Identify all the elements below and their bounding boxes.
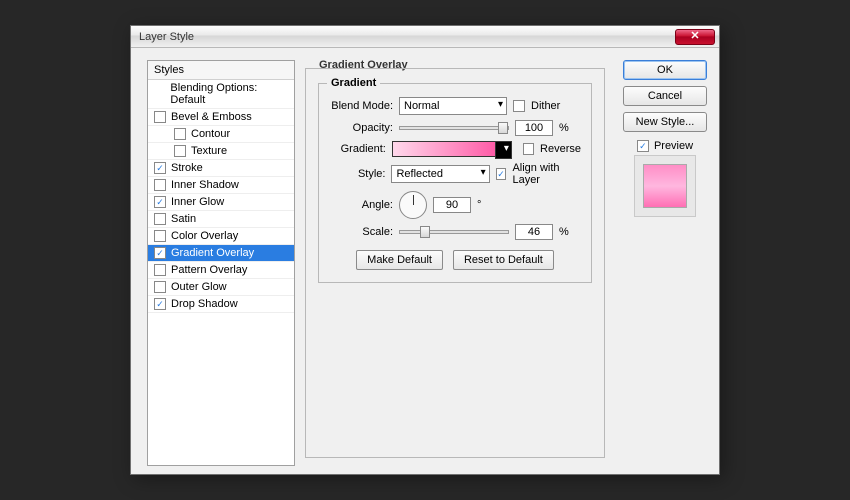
angle-label: Angle:	[329, 199, 393, 211]
checkbox-icon[interactable]	[154, 213, 166, 225]
scale-input[interactable]: 46	[515, 224, 553, 240]
make-default-label: Make Default	[367, 254, 432, 266]
reset-default-label: Reset to Default	[464, 254, 543, 266]
opacity-label: Opacity:	[329, 122, 393, 134]
properties-panel: Gradient Overlay Gradient Blend Mode: No…	[305, 60, 613, 466]
new-style-label: New Style...	[636, 116, 695, 128]
sidebar-item-label: Pattern Overlay	[171, 264, 247, 276]
preview-swatch	[643, 164, 687, 208]
sidebar-item-label: Blending Options: Default	[170, 82, 288, 106]
gradient-picker[interactable]	[392, 141, 497, 157]
styles-sidebar: Styles Blending Options: Default Bevel &…	[147, 60, 295, 466]
ok-label: OK	[657, 64, 673, 76]
sidebar-item-label: Inner Shadow	[171, 179, 239, 191]
cancel-label: Cancel	[648, 90, 682, 102]
percent-label: %	[559, 122, 575, 134]
action-column: OK Cancel New Style... ✓ Preview	[623, 60, 707, 466]
close-button[interactable]: ✕	[675, 29, 715, 45]
style-value: Reflected	[396, 168, 442, 180]
sidebar-item-texture[interactable]: Texture	[148, 143, 294, 160]
angle-dial[interactable]	[399, 191, 427, 219]
sidebar-item-label: Outer Glow	[171, 281, 227, 293]
close-icon: ✕	[690, 31, 699, 42]
dither-checkbox[interactable]	[513, 100, 525, 112]
percent-label: %	[559, 226, 575, 238]
sidebar-item-label: Drop Shadow	[171, 298, 238, 310]
window-title: Layer Style	[139, 31, 675, 43]
sidebar-item-pattern-overlay[interactable]: Pattern Overlay	[148, 262, 294, 279]
reverse-checkbox[interactable]	[523, 143, 534, 155]
checkbox-icon[interactable]	[154, 281, 166, 293]
checkbox-icon[interactable]: ✓	[154, 162, 166, 174]
sidebar-header[interactable]: Styles	[148, 61, 294, 80]
sidebar-item-label: Bevel & Emboss	[171, 111, 252, 123]
sidebar-item-satin[interactable]: Satin	[148, 211, 294, 228]
new-style-button[interactable]: New Style...	[623, 112, 707, 132]
checkbox-icon[interactable]	[154, 264, 166, 276]
scale-slider[interactable]	[399, 230, 509, 234]
sidebar-item-label: Texture	[191, 145, 227, 157]
preview-label: Preview	[654, 140, 693, 152]
checkbox-icon[interactable]: ✓	[154, 298, 166, 310]
angle-input[interactable]: 90	[433, 197, 471, 213]
style-label: Style:	[329, 168, 385, 180]
sidebar-item-label: Satin	[171, 213, 196, 225]
sidebar-item-label: Stroke	[171, 162, 203, 174]
checkbox-icon[interactable]: ✓	[154, 196, 166, 208]
align-checkbox[interactable]: ✓	[496, 168, 507, 180]
group-title: Gradient	[327, 77, 380, 89]
scale-label: Scale:	[329, 226, 393, 238]
blend-mode-value: Normal	[404, 100, 439, 112]
gradient-label: Gradient:	[329, 143, 386, 155]
make-default-button[interactable]: Make Default	[356, 250, 443, 270]
style-select[interactable]: Reflected	[391, 165, 489, 183]
sidebar-item-stroke[interactable]: ✓ Stroke	[148, 160, 294, 177]
cancel-button[interactable]: Cancel	[623, 86, 707, 106]
ok-button[interactable]: OK	[623, 60, 707, 80]
sidebar-item-inner-glow[interactable]: ✓ Inner Glow	[148, 194, 294, 211]
sidebar-item-label: Gradient Overlay	[171, 247, 254, 259]
sidebar-item-inner-shadow[interactable]: Inner Shadow	[148, 177, 294, 194]
sidebar-item-color-overlay[interactable]: Color Overlay	[148, 228, 294, 245]
opacity-slider[interactable]	[399, 126, 509, 130]
sidebar-item-label: Color Overlay	[171, 230, 238, 242]
sidebar-blending-options[interactable]: Blending Options: Default	[148, 80, 294, 109]
sidebar-item-label: Inner Glow	[171, 196, 224, 208]
reverse-label: Reverse	[540, 143, 581, 155]
opacity-input[interactable]: 100	[515, 120, 553, 136]
blend-mode-label: Blend Mode:	[329, 100, 393, 112]
dither-label: Dither	[531, 100, 560, 112]
sidebar-item-gradient-overlay[interactable]: ✓ Gradient Overlay	[148, 245, 294, 262]
reset-default-button[interactable]: Reset to Default	[453, 250, 554, 270]
sidebar-item-drop-shadow[interactable]: ✓ Drop Shadow	[148, 296, 294, 313]
checkbox-icon[interactable]: ✓	[154, 247, 166, 259]
checkbox-icon[interactable]	[154, 230, 166, 242]
preview-checkbox[interactable]: ✓	[637, 140, 649, 152]
titlebar[interactable]: Layer Style ✕	[131, 26, 719, 48]
sidebar-item-contour[interactable]: Contour	[148, 126, 294, 143]
checkbox-icon[interactable]	[174, 128, 186, 140]
degree-label: °	[477, 199, 493, 211]
blend-mode-select[interactable]: Normal	[399, 97, 507, 115]
checkbox-icon[interactable]	[154, 179, 166, 191]
sidebar-item-label: Contour	[191, 128, 230, 140]
align-label: Align with Layer	[512, 162, 581, 186]
sidebar-item-bevel-emboss[interactable]: Bevel & Emboss	[148, 109, 294, 126]
sidebar-item-outer-glow[interactable]: Outer Glow	[148, 279, 294, 296]
layer-style-dialog: Layer Style ✕ Styles Blending Options: D…	[130, 25, 720, 475]
checkbox-icon[interactable]	[154, 111, 166, 123]
checkbox-icon[interactable]	[174, 145, 186, 157]
